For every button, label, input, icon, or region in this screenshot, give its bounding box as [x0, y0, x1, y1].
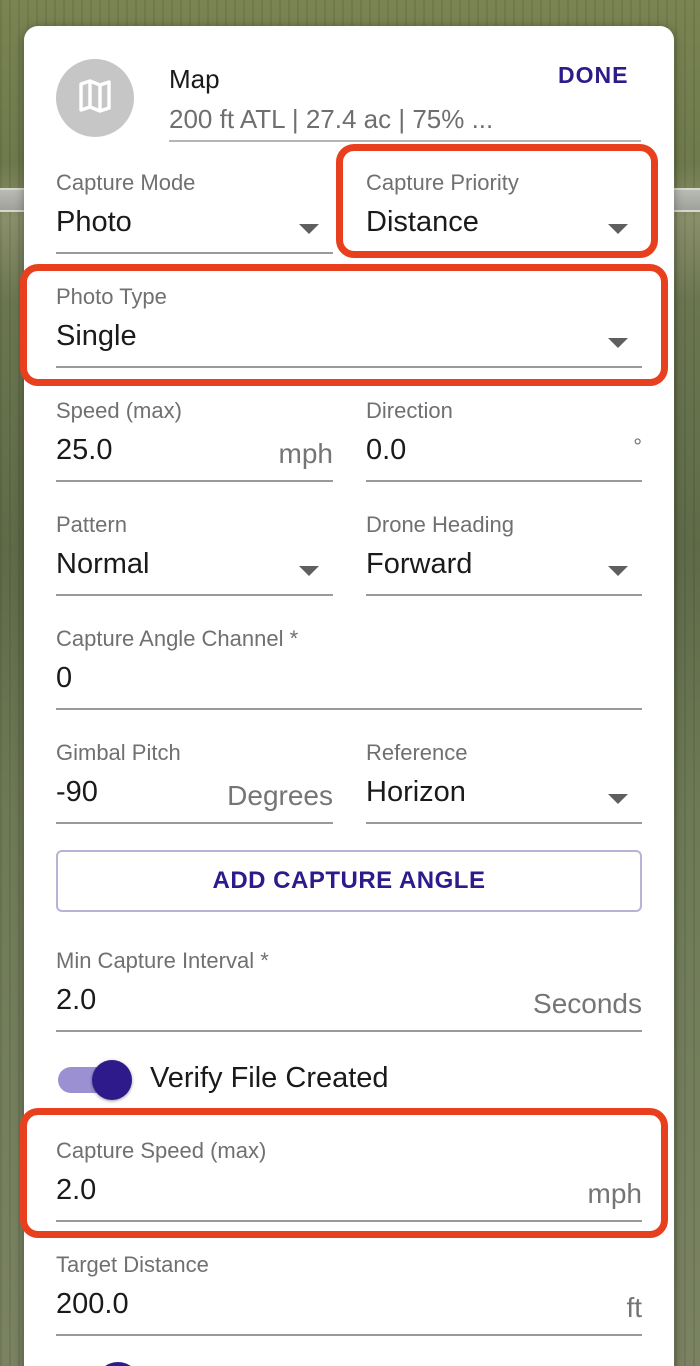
- capture-mode-select[interactable]: Capture Mode Photo: [56, 170, 333, 256]
- direction-unit: °: [633, 434, 642, 459]
- reference-label: Reference: [366, 740, 468, 765]
- reference-underline: [366, 822, 642, 824]
- capture-priority-select[interactable]: Capture Priority Distance: [366, 170, 642, 256]
- min-capture-interval-unit: Seconds: [533, 988, 642, 1019]
- capture-mode-underline: [56, 252, 333, 254]
- capture-speed-max-field[interactable]: Capture Speed (max) 2.0 mph: [56, 1138, 642, 1224]
- photo-type-value: Single: [56, 320, 137, 352]
- chevron-down-icon: [299, 566, 319, 576]
- gimbal-pitch-field[interactable]: Gimbal Pitch -90 Degrees: [56, 740, 333, 826]
- capture-mode-value: Photo: [56, 206, 132, 238]
- chevron-down-icon: [299, 224, 319, 234]
- capture-angle-channel-label: Capture Angle Channel *: [56, 626, 299, 651]
- capture-angle-channel-field[interactable]: Capture Angle Channel * 0: [56, 626, 642, 712]
- drone-heading-underline: [366, 594, 642, 596]
- min-capture-interval-underline: [56, 1030, 642, 1032]
- pattern-underline: [56, 594, 333, 596]
- gimbal-pitch-unit: Degrees: [227, 780, 333, 811]
- chevron-down-icon: [608, 794, 628, 804]
- capture-speed-max-unit: mph: [587, 1178, 642, 1209]
- verify-file-label: Verify File Created: [150, 1062, 389, 1094]
- target-distance-value: 200.0: [56, 1288, 129, 1320]
- chevron-down-icon: [608, 338, 628, 348]
- target-distance-unit: ft: [626, 1292, 642, 1323]
- reference-value: Horizon: [366, 776, 466, 808]
- capture-mode-label: Capture Mode: [56, 170, 196, 195]
- capture-priority-value: Distance: [366, 206, 479, 238]
- reference-select[interactable]: Reference Horizon: [366, 740, 642, 826]
- capture-angle-channel-value: 0: [56, 662, 73, 694]
- mission-title: Map: [169, 64, 220, 94]
- direction-underline: [366, 480, 642, 482]
- verify-file-toggle-knob[interactable]: [92, 1060, 132, 1100]
- direction-field[interactable]: Direction 0.0 °: [366, 398, 642, 484]
- capture-speed-max-underline: [56, 1220, 642, 1222]
- min-capture-interval-value: 2.0: [56, 984, 97, 1016]
- speed-max-label: Speed (max): [56, 398, 182, 423]
- speed-max-value: 25.0: [56, 434, 113, 466]
- photo-type-select[interactable]: Photo Type Single: [56, 284, 642, 370]
- speed-max-field[interactable]: Speed (max) 25.0 mph: [56, 398, 333, 484]
- min-capture-interval-field[interactable]: Min Capture Interval * 2.0 Seconds: [56, 948, 642, 1034]
- done-button[interactable]: DONE: [558, 62, 628, 89]
- pattern-label: Pattern: [56, 512, 127, 537]
- target-distance-label: Target Distance: [56, 1252, 209, 1277]
- next-toggle-knob[interactable]: [96, 1362, 140, 1366]
- direction-value: 0.0: [366, 434, 407, 466]
- speed-max-unit: mph: [278, 438, 333, 469]
- gimbal-pitch-value: -90: [56, 776, 98, 808]
- chevron-down-icon: [608, 224, 628, 234]
- direction-label: Direction: [366, 398, 453, 423]
- capture-speed-max-label: Capture Speed (max): [56, 1138, 267, 1163]
- photo-type-underline: [56, 366, 642, 368]
- gimbal-pitch-underline: [56, 822, 333, 824]
- map-avatar[interactable]: [56, 59, 134, 137]
- summary-underline: [169, 140, 641, 142]
- pattern-value: Normal: [56, 548, 150, 580]
- target-distance-field[interactable]: Target Distance 200.0 ft: [56, 1252, 642, 1338]
- capture-angle-channel-underline: [56, 708, 642, 710]
- drone-heading-label: Drone Heading: [366, 512, 514, 537]
- target-distance-underline: [56, 1334, 642, 1336]
- add-capture-angle-button[interactable]: ADD CAPTURE ANGLE: [56, 850, 642, 912]
- capture-priority-label: Capture Priority: [366, 170, 519, 195]
- speed-max-underline: [56, 480, 333, 482]
- chevron-down-icon: [608, 566, 628, 576]
- min-capture-interval-label: Min Capture Interval *: [56, 948, 269, 973]
- mission-summary: 200 ft ATL | 27.4 ac | 75% ...: [169, 104, 494, 134]
- pattern-select[interactable]: Pattern Normal: [56, 512, 333, 598]
- map-icon: [75, 76, 115, 121]
- mission-settings-panel: Map 200 ft ATL | 27.4 ac | 75% ... DONE …: [24, 26, 674, 1366]
- drone-heading-value: Forward: [366, 548, 473, 580]
- photo-type-label: Photo Type: [56, 284, 167, 309]
- drone-heading-select[interactable]: Drone Heading Forward: [366, 512, 642, 598]
- capture-speed-max-value: 2.0: [56, 1174, 97, 1206]
- gimbal-pitch-label: Gimbal Pitch: [56, 740, 181, 765]
